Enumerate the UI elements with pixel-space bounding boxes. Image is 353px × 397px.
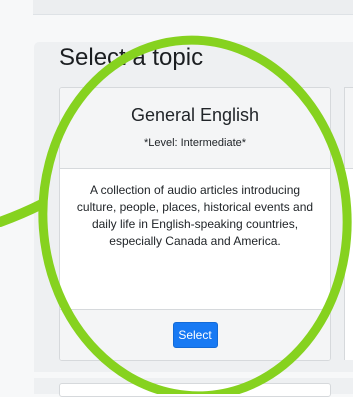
topic-card: General English *Level: Intermediate* A … [59, 87, 331, 361]
topic-card-footer: Select [60, 310, 330, 360]
page-title: Select a topic [59, 44, 204, 71]
next-topic-card-edge[interactable] [344, 87, 353, 360]
select-button[interactable]: Select [172, 322, 218, 348]
next-topic-card-header [345, 88, 353, 169]
top-strip [33, 0, 353, 15]
topic-card-header: General English *Level: Intermediate* [60, 88, 330, 169]
topic-description: A collection of audio articles introduci… [60, 169, 330, 310]
topic-title: General English [130, 105, 260, 125]
lower-topic-card-edge[interactable] [59, 383, 331, 397]
topic-level: *Level: Intermediate* [143, 137, 247, 149]
